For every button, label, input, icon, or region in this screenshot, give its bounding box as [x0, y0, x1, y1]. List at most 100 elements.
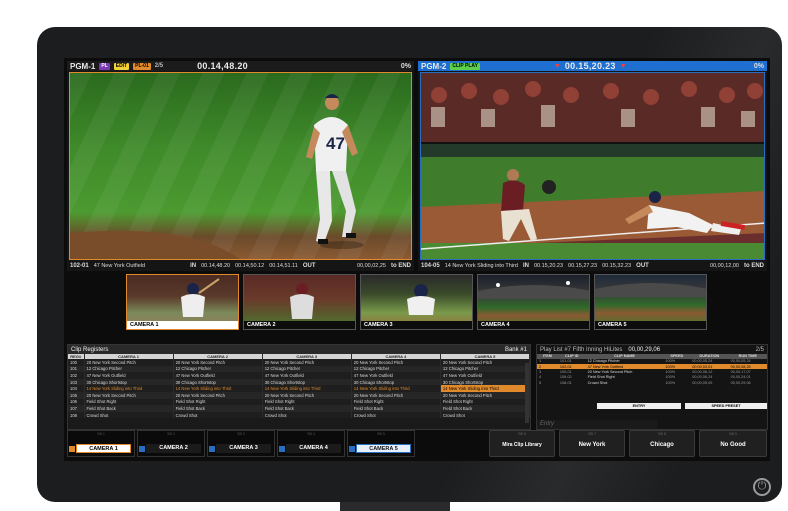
- soft-button-number: SB 1: [97, 432, 105, 436]
- camera-4-button[interactable]: SB 4 CAMERA 4: [277, 430, 345, 457]
- clip-cell[interactable]: Field Shot Back: [84, 405, 174, 412]
- clip-cell[interactable]: Crowd Shot: [173, 411, 263, 419]
- clip-cell[interactable]: 47 New York Outfield: [262, 372, 352, 379]
- soft-button-number: SB 2: [167, 432, 175, 436]
- thumb-camera-5[interactable]: CAMERA 5: [594, 274, 707, 330]
- register-number: 105: [68, 391, 85, 399]
- thumb-camera-1[interactable]: CAMERA 1: [126, 274, 239, 330]
- table-row: 108 Crowd Shot Crowd Shot Crowd Shot Crowd S…: [68, 411, 531, 419]
- clip-cell[interactable]: Field Shot Right: [173, 398, 263, 406]
- select-indicator: [209, 446, 215, 452]
- pl-tag: PL: [99, 62, 110, 70]
- mark-in-icon: ▼: [553, 62, 561, 70]
- clip-cell[interactable]: 14 New York Sliding into Third: [351, 385, 441, 392]
- list-item[interactable]: 5 108-01 Crowd Shot 100% 00,00,05,05 00,00,29…: [537, 380, 767, 385]
- svg-text:47: 47: [326, 134, 345, 153]
- camera-1-button[interactable]: SB 1 CAMERA 1: [67, 430, 135, 457]
- clip-cell[interactable]: 12 Chicago Pitcher: [351, 365, 441, 373]
- action-button-label: No Good: [720, 442, 746, 448]
- clip-cell[interactable]: 20 New York Second Pitch: [84, 359, 174, 366]
- camera-5-button[interactable]: SB 5 CAMERA 5: [347, 430, 415, 457]
- clip-cell[interactable]: 14 New York Sliding into Third: [84, 385, 174, 392]
- camera-2-button[interactable]: SB 2 CAMERA 2: [137, 430, 205, 457]
- clip-cell[interactable]: Crowd Shot: [84, 411, 174, 419]
- soft-button-number: SB 8: [658, 432, 666, 436]
- clip-cell[interactable]: 30 Chicago Shortstop: [440, 378, 531, 386]
- playlist-cell: 00,00,29,06: [730, 380, 751, 385]
- pgm-2-remain: 00,00,12,00: [709, 263, 739, 269]
- clip-cell[interactable]: 12 Chicago Pitcher: [440, 365, 531, 373]
- clip-library-button[interactable]: SB 6 Mira Clip Library: [489, 430, 555, 457]
- camera-3-button[interactable]: SB 3 CAMERA 3: [207, 430, 275, 457]
- entry-button[interactable]: ENTRY: [597, 403, 681, 409]
- field-icon: [595, 283, 706, 297]
- pgm-1-clip-id: 102-01: [70, 263, 89, 269]
- clip-cell[interactable]: 20 New York Second Pitch: [262, 359, 352, 366]
- clip-registers-scrollbar[interactable]: [525, 363, 529, 423]
- batter-icon: [181, 278, 220, 317]
- clip-cell[interactable]: 20 New York Second Pitch: [84, 391, 174, 399]
- clip-cell[interactable]: 20 New York Second Pitch: [351, 391, 441, 399]
- clip-cell[interactable]: 30 Chicago Shortstop: [351, 378, 441, 386]
- clip-cell[interactable]: Field Shot Right: [440, 398, 531, 406]
- pgm-1-end-label: to END: [391, 263, 411, 269]
- clip-cell[interactable]: 14 New York Sliding into Third: [262, 385, 352, 392]
- clip-cell[interactable]: 47 New York Outfield: [440, 372, 531, 379]
- thumb-camera-3[interactable]: CAMERA 3: [360, 274, 473, 330]
- clip-cell[interactable]: 20 New York Second Pitch: [173, 391, 263, 399]
- camera-button-label: CAMERA 5: [356, 444, 411, 453]
- clip-cell[interactable]: 20 New York Second Pitch: [173, 359, 263, 366]
- table-row: 107 Field Shot Back Field Shot Back Field S…: [68, 405, 531, 412]
- bank-label[interactable]: Bank #1: [505, 347, 527, 353]
- clip-cell[interactable]: 12 Chicago Pitcher: [262, 365, 352, 373]
- clip-cell[interactable]: Crowd Shot: [262, 411, 352, 419]
- thumb-camera-4[interactable]: CAMERA 4: [477, 274, 590, 330]
- clip-cell[interactable]: Field Shot Back: [262, 405, 352, 412]
- clip-cell[interactable]: 12 Chicago Pitcher: [173, 365, 263, 373]
- clip-play-tag: CLIP PLAY: [450, 62, 480, 70]
- clip-cell[interactable]: Crowd Shot: [440, 411, 531, 419]
- clip-cell[interactable]: 14 New York Sliding into Third: [440, 385, 531, 392]
- clip-cell[interactable]: Field Shot Right: [84, 398, 174, 406]
- clip-cell[interactable]: 30 Chicago Shortstop: [173, 378, 263, 386]
- clip-cell[interactable]: Field Shot Back: [440, 405, 531, 412]
- pgm-1-in-label: IN: [190, 263, 197, 269]
- entry-input[interactable]: Entry: [537, 420, 657, 429]
- playlist-cell: Crowd Shot: [587, 380, 608, 385]
- table-row: 105 20 New York Second Pitch 20 New York S…: [68, 391, 531, 399]
- pgm-2-mid-tc2: 00.15,32.23: [602, 263, 632, 269]
- thumb-label: CAMERA 5: [595, 321, 706, 329]
- playlist-cell: 108-01: [559, 380, 572, 385]
- pgm-1-footer: 102-01 47 New York Outfield IN 00.14,48.…: [67, 261, 414, 271]
- clip-cell[interactable]: Field Shot Back: [351, 405, 441, 412]
- thumb-label: CAMERA 4: [478, 321, 589, 329]
- bottom-button-bar: SB 1 CAMERA 1 SB 2 CAMERA 2 SB 3 CAMERA …: [67, 430, 767, 457]
- playlist-header: Play List #7 Fifth Inning HiLites 00,00,…: [537, 345, 767, 354]
- clip-cell[interactable]: 20 New York Second Pitch: [440, 359, 531, 366]
- clip-cell[interactable]: Field Shot Right: [351, 398, 441, 406]
- pgm-2-label: PGM-2: [421, 61, 447, 71]
- pgm-2-end-label: to END: [744, 263, 764, 269]
- clip-cell[interactable]: 47 New York Outfield: [84, 372, 174, 379]
- clip-cell[interactable]: 20 New York Second Pitch: [351, 359, 441, 366]
- table-row: 101 12 Chicago Pitcher 12 Chicago Pitcher 1…: [68, 365, 531, 373]
- no-good-button[interactable]: SB 9 No Good: [699, 430, 767, 457]
- pgm-1-header: PGM-1 PL EDIT PL-01 2/5 00.14,48.20 0%: [67, 61, 414, 71]
- new-york-button[interactable]: SB 7 New York: [559, 430, 625, 457]
- clip-cell[interactable]: Field Shot Right: [262, 398, 352, 406]
- clip-cell[interactable]: 20 New York Second Pitch: [440, 391, 531, 399]
- clip-cell[interactable]: 30 Chicago Shortstop: [84, 378, 174, 386]
- clip-cell[interactable]: 20 New York Second Pitch: [262, 391, 352, 399]
- clip-cell[interactable]: 14 New York Sliding into Third: [173, 385, 263, 392]
- clip-cell[interactable]: 47 New York Outfield: [173, 372, 263, 379]
- speed-preset-button[interactable]: SPEED PRESET: [685, 403, 767, 409]
- clip-cell[interactable]: Crowd Shot: [351, 411, 441, 419]
- power-icon[interactable]: ⏻: [753, 478, 771, 496]
- clip-cell[interactable]: 47 New York Outfield: [351, 372, 441, 379]
- chicago-button[interactable]: SB 8 Chicago: [629, 430, 695, 457]
- clip-cell[interactable]: 30 Chicago Shortstop: [262, 378, 352, 386]
- clip-cell[interactable]: Field Shot Back: [173, 405, 263, 412]
- clip-cell[interactable]: 12 Chicago Pitcher: [84, 365, 174, 373]
- thumb-camera-2[interactable]: CAMERA 2: [243, 274, 356, 330]
- register-number: 100: [68, 359, 85, 366]
